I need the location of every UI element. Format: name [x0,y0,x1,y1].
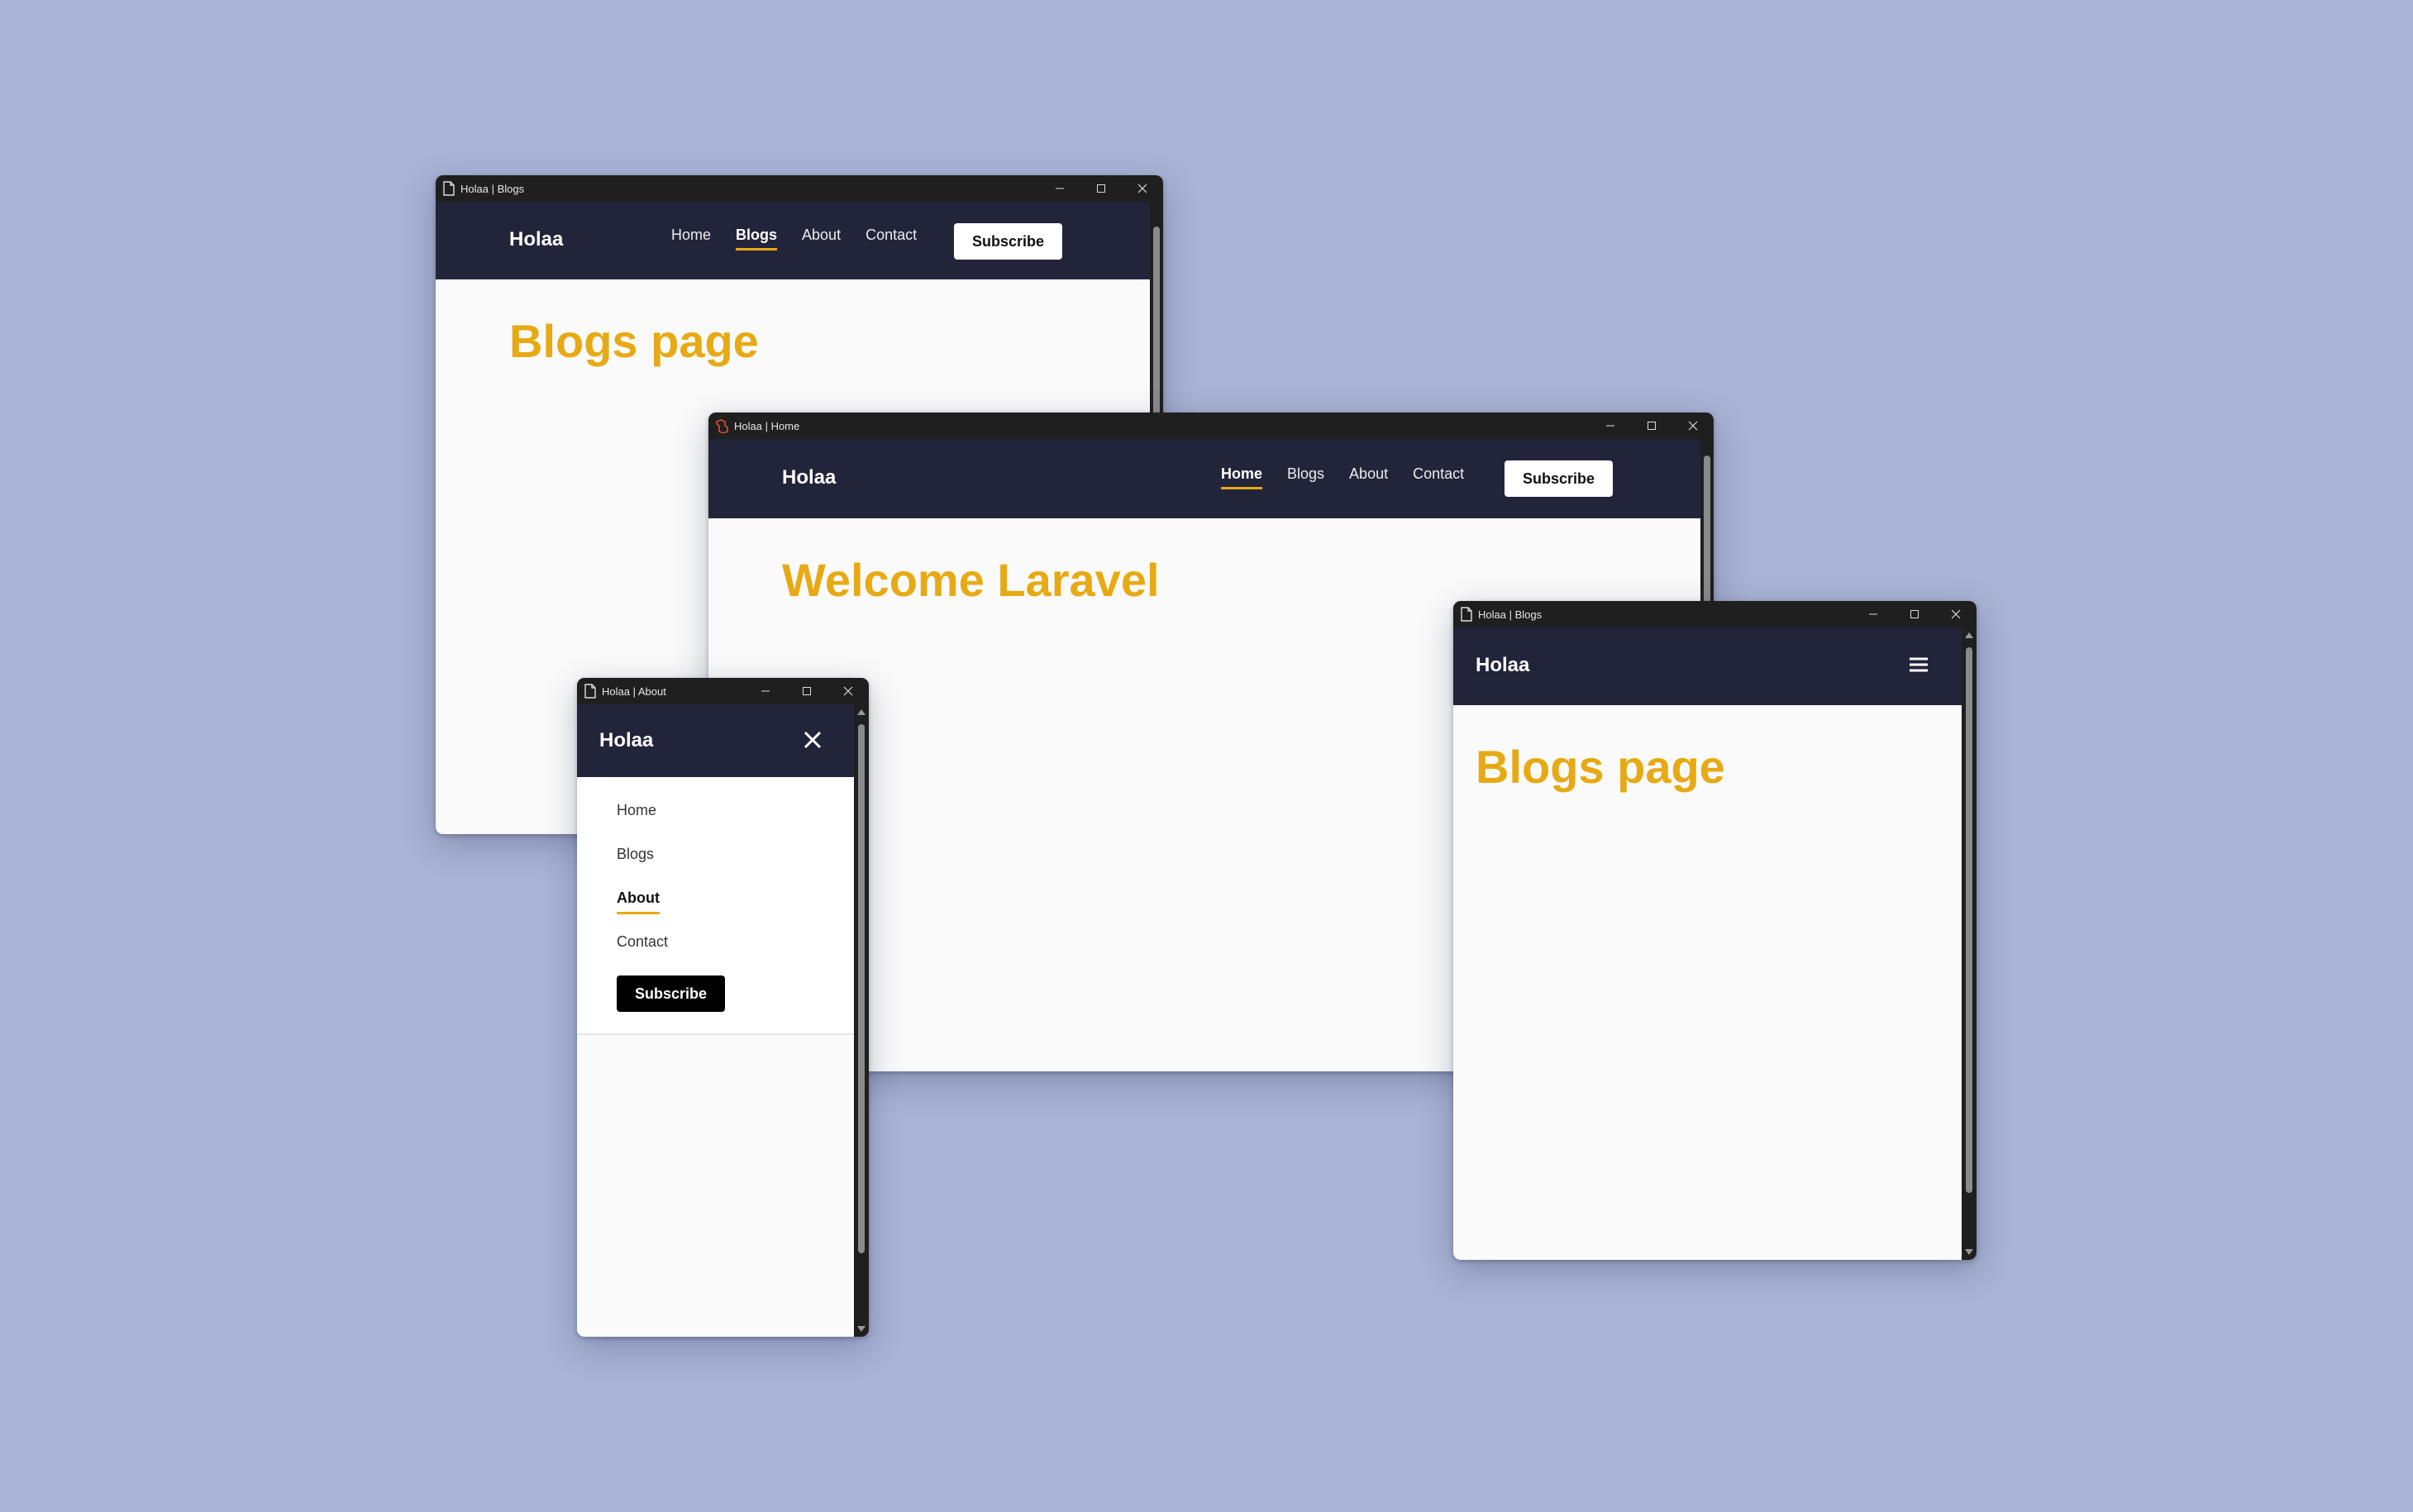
close-window-button[interactable] [827,678,869,704]
nav-link-about[interactable]: About [1349,465,1388,489]
nav-link-about[interactable]: About [802,227,841,250]
browser-window-about: Holaa | About Holaa Home Blogs About Con… [577,678,869,1337]
scroll-up-arrow[interactable] [1965,632,1973,638]
mobile-menu: Home Blogs About Contact Subscribe [577,777,854,1035]
minimize-button[interactable] [1853,601,1894,627]
window-titlebar[interactable]: Holaa | Blogs [1453,601,1977,627]
brand-logo[interactable]: Holaa [599,729,653,752]
nav-link-blogs[interactable]: Blogs [1287,465,1324,489]
close-window-button[interactable] [1122,175,1163,202]
minimize-icon [1606,425,1614,427]
maximize-icon [1910,610,1919,618]
scrollbar-thumb[interactable] [858,724,865,1253]
scroll-down-arrow[interactable] [1965,1249,1973,1255]
nav-link-contact[interactable]: Contact [1413,465,1464,489]
minimize-icon [1056,188,1064,189]
maximize-button[interactable] [1080,175,1122,202]
window-titlebar[interactable]: Holaa | About [577,678,869,704]
navbar: Holaa [1453,627,1962,705]
scrollbar-thumb[interactable] [1966,647,1972,1193]
navbar: Holaa Home Blogs About Contact Subscribe [436,202,1150,279]
scroll-up-arrow[interactable] [857,709,866,715]
document-icon [442,181,455,196]
brand-logo[interactable]: Holaa [1476,654,1529,677]
navbar: Holaa [577,704,854,777]
nav-links: Home Blogs About Contact [671,227,917,250]
brand-logo[interactable]: Holaa [509,228,563,251]
nav-link-home[interactable]: Home [671,227,711,250]
minimize-icon [761,690,770,692]
close-icon [804,731,822,749]
scrollbar[interactable] [1962,627,1977,1260]
subscribe-button[interactable]: Subscribe [1505,460,1613,497]
scroll-down-arrow[interactable] [857,1326,866,1332]
page-heading: Blogs page [509,315,759,367]
laravel-icon [715,418,729,433]
menu-toggle-button[interactable] [1906,654,1931,675]
maximize-button[interactable] [786,678,827,704]
menu-link-about[interactable]: About [617,890,660,914]
close-icon [1688,421,1698,431]
subscribe-button[interactable]: Subscribe [617,975,725,1012]
maximize-button[interactable] [1894,601,1935,627]
close-window-button[interactable] [1935,601,1977,627]
menu-link-blogs[interactable]: Blogs [617,846,654,870]
menu-close-button[interactable] [800,727,825,752]
minimize-button[interactable] [1590,413,1631,439]
hamburger-icon [1910,657,1928,672]
menu-link-contact[interactable]: Contact [617,933,668,958]
maximize-icon [1648,422,1656,430]
window-titlebar[interactable]: Holaa | Home [708,413,1714,439]
navbar: Holaa Home Blogs About Contact Subscribe [708,439,1700,518]
brand-logo[interactable]: Holaa [782,466,836,489]
scrollbar[interactable] [854,704,869,1337]
browser-window-blogs-mobile: Holaa | Blogs Holaa Blogs page [1453,601,1977,1260]
nav-link-blogs[interactable]: Blogs [736,227,778,250]
nav-links: Home Blogs About Contact [1221,465,1464,489]
maximize-icon [1097,184,1105,193]
minimize-button[interactable] [745,678,786,704]
nav-link-contact[interactable]: Contact [866,227,917,250]
close-icon [1137,184,1147,193]
page-heading: Blogs page [1476,741,1725,793]
page-heading: Welcome Laravel [782,554,1160,606]
window-title: Holaa | Home [734,419,800,432]
close-icon [1951,609,1961,619]
minimize-icon [1869,613,1877,615]
document-icon [1460,607,1473,622]
subscribe-button[interactable]: Subscribe [954,223,1062,260]
menu-link-home[interactable]: Home [617,802,656,827]
maximize-icon [803,687,811,695]
window-title: Holaa | Blogs [1478,608,1543,621]
window-title: Holaa | Blogs [460,182,525,195]
nav-link-home[interactable]: Home [1221,465,1263,489]
close-window-button[interactable] [1672,413,1714,439]
document-icon [584,684,597,699]
minimize-button[interactable] [1039,175,1080,202]
close-icon [843,686,853,696]
window-titlebar[interactable]: Holaa | Blogs [436,175,1163,202]
window-title: Holaa | About [602,684,666,698]
maximize-button[interactable] [1631,413,1672,439]
